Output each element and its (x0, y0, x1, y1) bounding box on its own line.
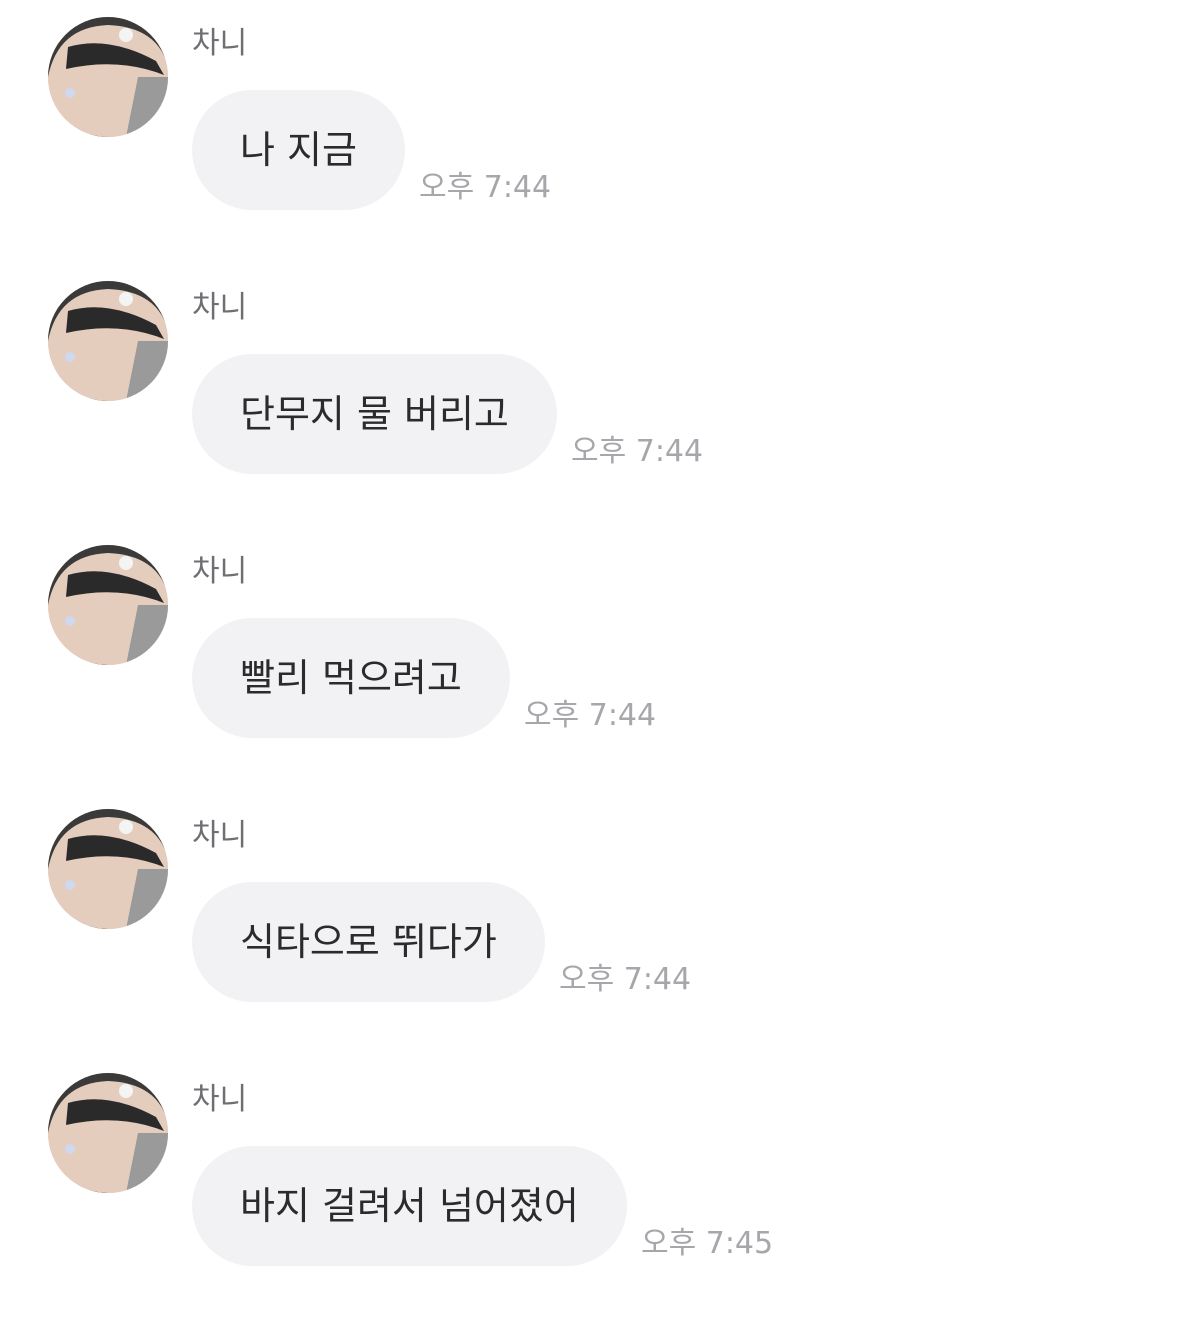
avatar-photo-icon (48, 809, 168, 929)
message-bubble[interactable]: 나 지금 (192, 90, 405, 210)
message-timestamp: 오후 7:45 (641, 1226, 774, 1261)
message-row: 차니 빨리 먹으려고 오후 7:44 (0, 528, 1179, 792)
sender-name: 차니 (192, 818, 248, 853)
avatar[interactable] (48, 17, 168, 137)
sender-name: 차니 (192, 1082, 248, 1117)
avatar-photo-icon (48, 545, 168, 665)
message-timestamp: 오후 7:44 (524, 698, 657, 733)
message-timestamp: 오후 7:44 (419, 170, 552, 205)
message-bubble[interactable]: 빨리 먹으려고 (192, 618, 510, 738)
message-text: 단무지 물 버리고 (240, 392, 509, 436)
message-text: 바지 걸려서 넘어졌어 (240, 1184, 579, 1228)
avatar[interactable] (48, 1073, 168, 1193)
avatar-photo-icon (48, 1073, 168, 1193)
sender-name: 차니 (192, 554, 248, 589)
message-timestamp: 오후 7:44 (559, 962, 692, 997)
message-row: 차니 바지 걸려서 넘어졌어 오후 7:45 (0, 1056, 1179, 1320)
avatar[interactable] (48, 809, 168, 929)
sender-name: 차니 (192, 290, 248, 325)
avatar[interactable] (48, 281, 168, 401)
message-row: 차니 나 지금 오후 7:44 (0, 0, 1179, 264)
sender-name: 차니 (192, 26, 248, 61)
message-text: 나 지금 (240, 128, 357, 172)
message-row: 차니 단무지 물 버리고 오후 7:44 (0, 264, 1179, 528)
message-bubble[interactable]: 단무지 물 버리고 (192, 354, 557, 474)
message-row: 차니 식타으로 뛰다가 오후 7:44 (0, 792, 1179, 1056)
message-text: 식타으로 뛰다가 (240, 920, 497, 964)
avatar-photo-icon (48, 17, 168, 137)
message-bubble[interactable]: 바지 걸려서 넘어졌어 (192, 1146, 627, 1266)
avatar-photo-icon (48, 281, 168, 401)
avatar[interactable] (48, 545, 168, 665)
message-bubble[interactable]: 식타으로 뛰다가 (192, 882, 545, 1002)
message-text: 빨리 먹으려고 (240, 656, 462, 700)
message-timestamp: 오후 7:44 (571, 434, 704, 469)
